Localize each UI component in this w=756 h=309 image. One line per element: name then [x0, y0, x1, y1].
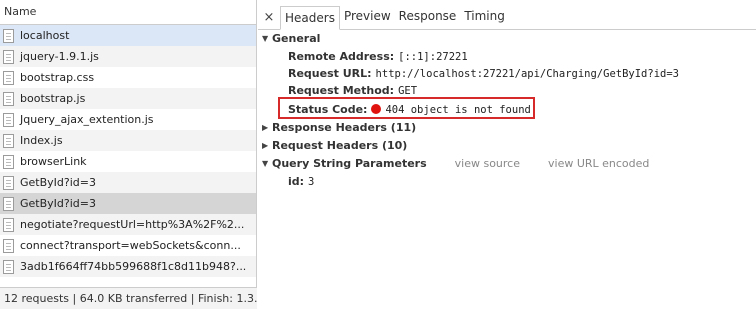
remote-address-value: [::1]:27221 — [398, 51, 468, 63]
request-name: localhost — [20, 29, 70, 42]
tab-headers[interactable]: Headers — [280, 6, 340, 30]
request-row[interactable]: browserLink — [0, 151, 256, 172]
close-icon[interactable]: × — [262, 7, 276, 29]
request-row-localhost[interactable]: localhost — [0, 25, 256, 46]
file-icon — [3, 133, 14, 148]
request-headers-header[interactable]: ▶ Request Headers (10) — [262, 137, 756, 155]
general-section-header[interactable]: ▼ General — [262, 30, 756, 48]
request-name: GetById?id=3 — [20, 197, 96, 210]
remote-address-row: Remote Address: [::1]:27221 — [262, 48, 756, 65]
request-list: localhost jquery-1.9.1.js bootstrap.css … — [0, 25, 256, 277]
file-icon — [3, 70, 14, 85]
request-row[interactable]: Index.js — [0, 130, 256, 151]
query-string-header[interactable]: ▼ Query String Parameters view source vi… — [262, 155, 756, 173]
tab-response[interactable]: Response — [395, 5, 461, 29]
request-row[interactable]: Jquery_ajax_extention.js — [0, 109, 256, 130]
name-column-header[interactable]: Name — [0, 0, 256, 25]
param-value: 3 — [308, 176, 315, 188]
view-source-link[interactable]: view source — [455, 155, 520, 173]
request-details-panel: × Headers Preview Response Timing ▼ Gene… — [258, 0, 756, 309]
request-row[interactable]: 3adb1f664ff74bb599688f1c8d11b948?... — [0, 256, 256, 277]
file-icon — [3, 175, 14, 190]
request-name: browserLink — [20, 155, 87, 168]
request-row[interactable]: bootstrap.js — [0, 88, 256, 109]
file-icon — [3, 217, 14, 232]
request-list-panel: Name localhost jquery-1.9.1.js bootstrap… — [0, 0, 257, 309]
request-name: jquery-1.9.1.js — [20, 50, 99, 63]
request-row[interactable]: GetById?id=3 — [0, 172, 256, 193]
query-param-row: id: 3 — [262, 173, 756, 190]
request-name: 3adb1f664ff74bb599688f1c8d11b948?... — [20, 260, 247, 273]
query-string-section: ▼ Query String Parameters view source vi… — [258, 155, 756, 190]
view-url-encoded-link[interactable]: view URL encoded — [548, 155, 649, 173]
collapsed-triangle-icon: ▶ — [262, 123, 269, 132]
request-row[interactable]: jquery-1.9.1.js — [0, 46, 256, 67]
request-name: Jquery_ajax_extention.js — [20, 113, 154, 126]
file-icon — [3, 196, 14, 211]
request-method-label: Request Method: — [288, 84, 395, 97]
request-name: bootstrap.css — [20, 71, 95, 84]
request-name: GetById?id=3 — [20, 176, 96, 189]
request-row-selected[interactable]: GetById?id=3 — [0, 193, 256, 214]
expanded-triangle-icon: ▼ — [262, 34, 269, 43]
request-url-row: Request URL: http://localhost:27221/api/C… — [262, 65, 756, 82]
response-headers-section: ▶ Response Headers (11) — [258, 119, 756, 137]
file-icon — [3, 91, 14, 106]
request-method-value: GET — [398, 85, 418, 97]
file-icon — [3, 28, 14, 43]
file-icon — [3, 154, 14, 169]
status-code-highlight-box — [278, 97, 535, 119]
param-key: id: — [288, 175, 305, 188]
request-row[interactable]: negotiate?requestUrl=http%3A%2F%2... — [0, 214, 256, 235]
request-headers-section: ▶ Request Headers (10) — [258, 137, 756, 155]
request-row[interactable]: connect?transport=webSockets&conn... — [0, 235, 256, 256]
request-name: Index.js — [20, 134, 63, 147]
request-url-value: http://localhost:27221/api/Charging/GetB… — [375, 68, 679, 80]
response-headers-header[interactable]: ▶ Response Headers (11) — [262, 119, 756, 137]
response-headers-title: Response Headers (11) — [272, 121, 417, 134]
file-icon — [3, 238, 14, 253]
details-tabbar: × Headers Preview Response Timing — [258, 0, 756, 30]
tab-preview[interactable]: Preview — [340, 5, 395, 29]
file-icon — [3, 112, 14, 127]
remote-address-label: Remote Address: — [288, 50, 395, 63]
collapsed-triangle-icon: ▶ — [262, 141, 269, 150]
general-title: General — [272, 32, 321, 45]
request-row[interactable]: bootstrap.css — [0, 67, 256, 88]
request-headers-title: Request Headers (10) — [272, 139, 408, 152]
request-name: connect?transport=webSockets&conn... — [20, 239, 241, 252]
request-name: negotiate?requestUrl=http%3A%2F%2... — [20, 218, 245, 231]
tab-timing[interactable]: Timing — [460, 5, 509, 29]
file-icon — [3, 259, 14, 274]
request-url-label: Request URL: — [288, 67, 372, 80]
file-icon — [3, 49, 14, 64]
status-bar: 12 requests | 64.0 KB transferred | Fini… — [0, 287, 257, 309]
query-string-title: Query String Parameters — [272, 157, 427, 170]
expanded-triangle-icon: ▼ — [262, 159, 269, 168]
request-name: bootstrap.js — [20, 92, 86, 105]
